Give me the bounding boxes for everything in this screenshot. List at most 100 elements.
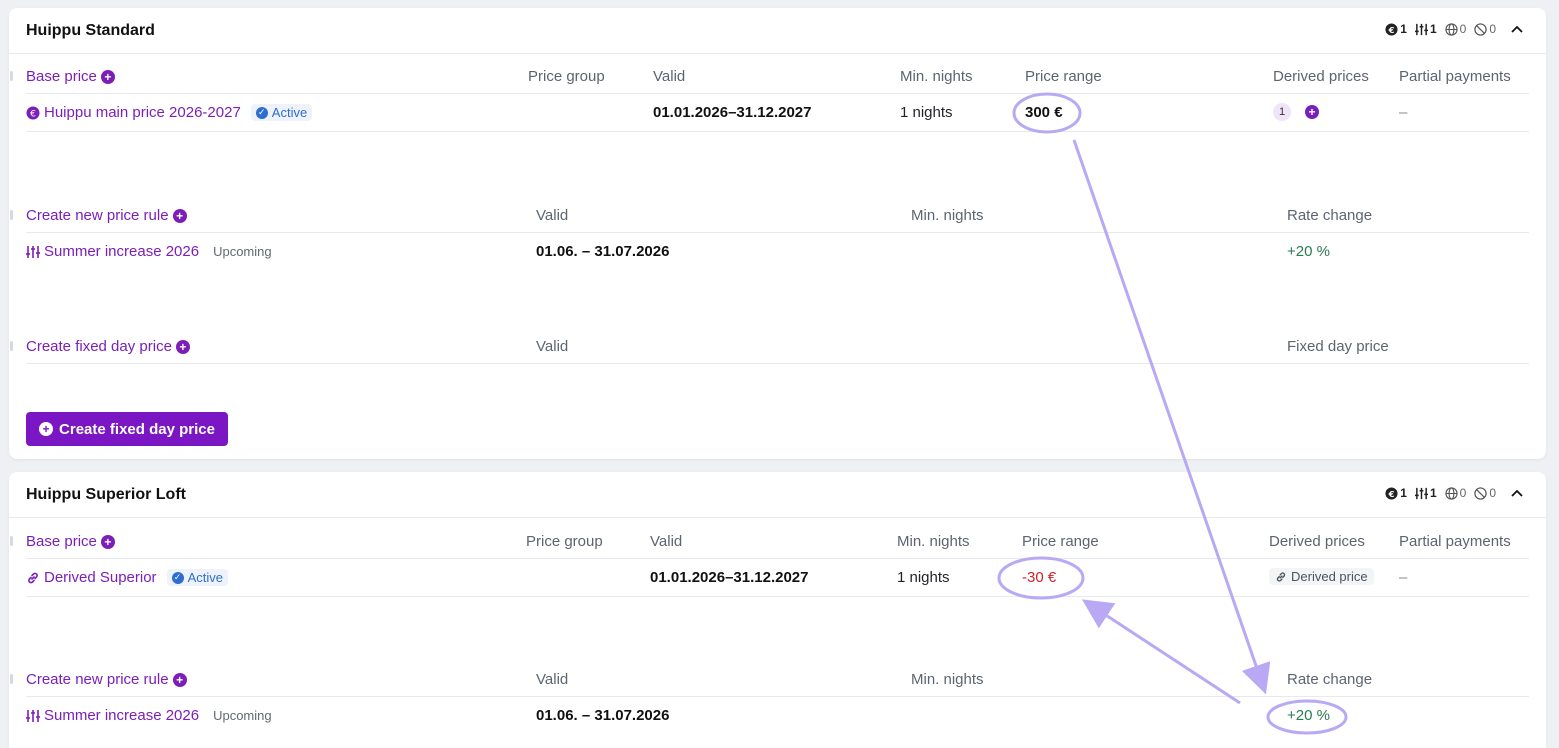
link-icon [28, 572, 38, 583]
plus-circle-icon: + [175, 339, 190, 354]
plus-circle-icon: + [39, 422, 54, 436]
create-price-rule-link[interactable]: Create new price rule + [26, 671, 187, 688]
create-price-rule-link[interactable]: Create new price rule + [26, 207, 187, 224]
min-nights-value: 1 nights [897, 569, 950, 586]
check-circle-icon: ✓ [171, 571, 184, 584]
col-partial-payments: Partial payments [1399, 68, 1511, 85]
col-valid: Valid [650, 533, 683, 550]
drag-handle[interactable] [10, 536, 13, 546]
col-valid: Valid [536, 207, 569, 224]
euro-circle-icon: € [1385, 486, 1398, 500]
chevron-up-icon[interactable] [1510, 22, 1524, 36]
card-header[interactable]: Huippu Standard € 1 1 0 0 [9, 8, 1546, 54]
base-price-name-link[interactable]: € Huippu main price 2026-2027 ✓ Active [26, 104, 313, 121]
col-rate-change: Rate change [1287, 207, 1373, 224]
link-icon [1276, 571, 1286, 582]
price-rule-header-row: Create new price rule + Valid Min. night… [10, 197, 1529, 233]
price-rule-count: 1 [1414, 486, 1437, 500]
add-base-price-link[interactable]: Base price + [26, 68, 115, 85]
derived-prices-cell: 1 + [1273, 103, 1319, 121]
plus-circle-icon: + [172, 208, 187, 223]
valid-range: 01.01.2026–31.12.2027 [650, 569, 809, 586]
drag-handle[interactable] [10, 674, 13, 684]
col-min-nights: Min. nights [897, 533, 970, 550]
table-row[interactable]: € Huippu main price 2026-2027 ✓ Active 01… [26, 94, 1529, 132]
col-min-nights: Min. nights [911, 671, 984, 688]
col-rate-change: Rate change [1287, 671, 1373, 688]
globe-icon [1444, 22, 1458, 36]
sliders-icon [26, 709, 40, 722]
check-circle-icon: ✓ [255, 106, 268, 119]
table-row[interactable]: Summer increase 2026 Upcoming 01.06. – 3… [26, 233, 1529, 271]
create-fixed-day-price-button[interactable]: + Create fixed day price [26, 412, 228, 446]
blocked-count: 0 [1474, 486, 1496, 500]
euro-circle-icon: € [1385, 22, 1398, 36]
blocked-icon [1474, 22, 1487, 36]
create-fixed-day-price-link[interactable]: Create fixed day price + [26, 338, 190, 355]
room-card-standard: Huippu Standard € 1 1 0 0 Base price + P… [9, 8, 1546, 459]
status-badge: ✓ Active [250, 104, 313, 121]
summary-counts: € 1 1 0 0 [1385, 486, 1524, 500]
price-rule-count: 1 [1414, 22, 1437, 36]
valid-range: 01.01.2026–31.12.2027 [653, 104, 812, 121]
price-rule-name-link[interactable]: Summer increase 2026 Upcoming [26, 243, 272, 260]
plus-circle-icon: + [100, 69, 115, 84]
rate-change-value: +20 % [1287, 707, 1330, 724]
status-badge: Upcoming [213, 708, 272, 723]
plus-circle-icon: + [100, 534, 115, 549]
add-base-price-link[interactable]: Base price + [26, 533, 115, 550]
col-price-group: Price group [528, 68, 605, 85]
col-partial-payments: Partial payments [1399, 533, 1511, 550]
plus-circle-icon: + [172, 672, 187, 687]
drag-handle[interactable] [10, 210, 13, 220]
col-fixed-day-price: Fixed day price [1287, 338, 1389, 355]
svg-text:€: € [1388, 488, 1395, 498]
col-derived-prices: Derived prices [1269, 533, 1365, 550]
fixed-day-price-header-row: Create fixed day price + Valid Fixed day… [10, 328, 1529, 364]
add-derived-price-button[interactable]: + [1305, 105, 1319, 119]
base-price-count: € 1 [1385, 22, 1407, 36]
sliders-icon [26, 245, 40, 258]
channel-count: 0 [1444, 22, 1466, 36]
svg-text:€: € [1388, 24, 1395, 34]
col-min-nights: Min. nights [911, 207, 984, 224]
col-price-range: Price range [1025, 68, 1102, 85]
chevron-up-icon[interactable] [1510, 486, 1524, 500]
derived-prices-cell: Derived price [1269, 568, 1374, 587]
valid-range: 01.06. – 31.07.2026 [536, 243, 670, 260]
blocked-count: 0 [1474, 22, 1496, 36]
sliders-icon [1414, 23, 1428, 35]
base-price-name-link[interactable]: Derived Superior ✓ Active [26, 569, 228, 586]
partial-payments-value: – [1399, 104, 1408, 121]
card-title: Huippu Standard [26, 22, 155, 39]
col-derived-prices: Derived prices [1273, 68, 1369, 85]
base-price-header-row: Base price + Price group Valid Min. nigh… [10, 523, 1529, 559]
table-row[interactable]: Summer increase 2026 Upcoming 01.06. – 3… [26, 697, 1529, 735]
rate-change-value: +20 % [1287, 243, 1330, 260]
partial-payments-value: – [1399, 569, 1408, 586]
price-rule-name-link[interactable]: Summer increase 2026 Upcoming [26, 707, 272, 724]
base-price-header-row: Base price + Price group Valid Min. nigh… [10, 58, 1529, 94]
price-range-value: 300 € [1025, 104, 1063, 121]
globe-icon [1444, 486, 1458, 500]
room-card-superior-loft: Huippu Superior Loft € 1 1 0 0 Base pric… [9, 472, 1546, 748]
min-nights-value: 1 nights [900, 104, 953, 121]
card-title: Huippu Superior Loft [26, 486, 186, 503]
blocked-icon [1474, 486, 1487, 500]
derived-count-badge[interactable]: 1 [1273, 103, 1291, 121]
channel-count: 0 [1444, 486, 1466, 500]
table-row[interactable]: Derived Superior ✓ Active 01.01.2026–31.1… [26, 559, 1529, 597]
price-range-value: -30 € [1022, 569, 1057, 586]
drag-handle[interactable] [10, 71, 13, 81]
col-valid: Valid [536, 671, 569, 688]
drag-handle[interactable] [10, 341, 13, 351]
col-valid: Valid [536, 338, 569, 355]
summary-counts: € 1 1 0 0 [1385, 22, 1524, 36]
card-header[interactable]: Huippu Superior Loft € 1 1 0 0 [9, 472, 1546, 518]
col-valid: Valid [653, 68, 686, 85]
svg-text:€: € [30, 109, 36, 119]
derived-price-badge: Derived price [1269, 568, 1374, 585]
status-badge: Upcoming [213, 244, 272, 259]
price-rule-header-row: Create new price rule + Valid Min. night… [10, 661, 1529, 697]
col-price-group: Price group [526, 533, 603, 550]
